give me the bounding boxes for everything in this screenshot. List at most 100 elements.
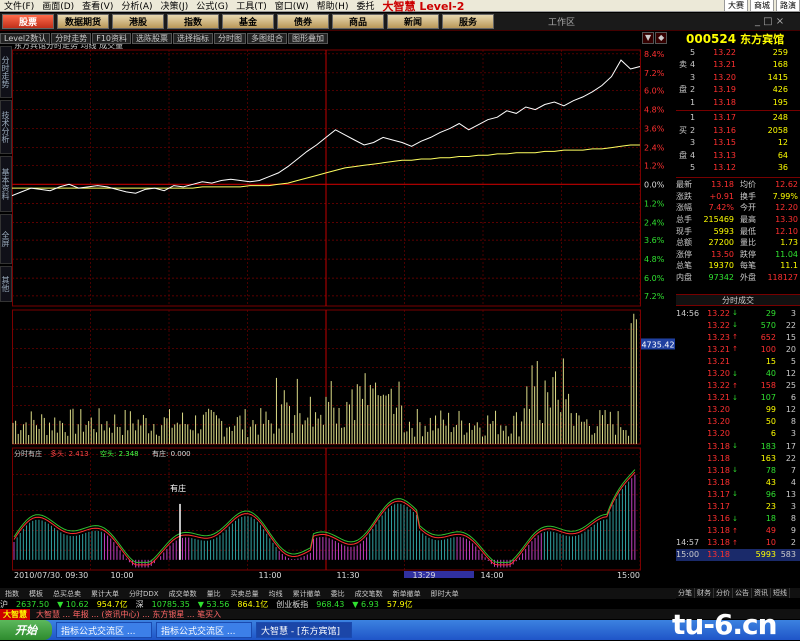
nav-tab[interactable]: 商品 (332, 14, 384, 29)
menu-item[interactable]: 委托 (352, 0, 378, 12)
indicator-tab[interactable]: 成交单数 (164, 589, 202, 599)
tick-row[interactable]: 13.20 6 3 (676, 428, 800, 440)
stock-name: 东方宾馆 (740, 32, 785, 46)
menu-item[interactable]: 窗口(W) (271, 0, 313, 12)
menu-item[interactable]: 工具(T) (232, 0, 271, 12)
indicator-tab[interactable]: 指数 (0, 589, 24, 599)
taskbar-item[interactable]: 指标公式交流区 ... (56, 622, 152, 638)
tick-row[interactable]: 13.21 ↑ 100 20 (676, 343, 800, 355)
tick-row[interactable]: 15:00 13.18 5993 583 (676, 548, 800, 561)
side-tab[interactable]: 全屏 (0, 214, 12, 264)
indicator-tab[interactable]: 分时DDX (124, 589, 164, 599)
menu-right-button[interactable]: 大赛 (724, 0, 748, 12)
taskbar-item[interactable]: 指标公式交流区 ... (156, 622, 252, 638)
tick-row[interactable]: 13.21 ↓ 107 6 (676, 392, 800, 404)
tick-row[interactable]: 13.18 ↓ 78 7 (676, 464, 800, 476)
indicator-tab[interactable]: 总买总卖 (48, 589, 86, 599)
book-level: 4 (690, 150, 696, 160)
tick-row[interactable]: 14:57 13.18 ↑ 10 2 (676, 537, 800, 549)
tick-row[interactable]: 13.18 ↑ 49 9 (676, 525, 800, 537)
tick-row[interactable]: 13.17 ↓ 96 13 (676, 488, 800, 500)
indicator-tab[interactable]: 新单撤单 (388, 589, 426, 599)
tick-row[interactable]: 13.22 ↓ 570 22 (676, 319, 800, 331)
toolbar-button[interactable]: 分时走势 (51, 32, 92, 44)
menu-item[interactable]: 文件(F) (0, 0, 38, 12)
tick-row[interactable]: 13.23 ↑ 652 15 (676, 331, 800, 343)
menu-item[interactable]: 查看(V) (78, 0, 117, 12)
menu-item[interactable]: 决策(J) (157, 0, 193, 12)
indicator-tab[interactable]: 委比 (326, 589, 350, 599)
panel-tab[interactable]: 短线 (771, 588, 790, 598)
start-button[interactable]: 开始 (0, 620, 52, 640)
tick-row[interactable]: 14:56 13.22 ↓ 29 3 (676, 307, 800, 319)
panel-tab[interactable]: 资讯 (752, 588, 771, 598)
indicator-tab[interactable]: 模板 (24, 589, 48, 599)
percent-tick-label: 2.4% (644, 218, 665, 227)
taskbar-item[interactable]: 大智慧 - [东方宾馆] (256, 622, 352, 638)
tick-row[interactable]: 13.20 ↓ 40 12 (676, 367, 800, 379)
book-row: 1 13.17 248 (676, 112, 800, 125)
side-tab[interactable]: 技术分析 (0, 100, 12, 154)
nav-tab[interactable]: 基金 (222, 14, 274, 29)
indicator-tab[interactable]: 成交笔数 (350, 589, 388, 599)
stat-key: 跌停 (740, 249, 756, 259)
indicator-tab[interactable]: 量比 (202, 589, 226, 599)
stat-row: 现手 5993 最低 12.10 (676, 225, 800, 237)
menu-item[interactable]: 公式(G) (192, 0, 232, 12)
toolbar-button[interactable]: 选陈股票 (132, 32, 172, 44)
menu-item[interactable]: 画面(D) (38, 0, 78, 12)
indicator-tab[interactable]: 即时大单 (426, 589, 464, 599)
stat-value: 13.30 (775, 215, 798, 225)
nav-tab[interactable]: 新闻 (387, 14, 439, 29)
side-tab[interactable]: 分时走势 (0, 46, 12, 98)
tick-row[interactable]: 13.21 15 5 (676, 355, 800, 367)
mode-button[interactable]: ◆ (655, 32, 668, 44)
side-tab[interactable]: 其他 (0, 266, 12, 302)
tick-row[interactable]: 13.16 ↓ 18 8 (676, 513, 800, 525)
news-text[interactable]: 大智慧 ... 年报 ... (资讯中心) ... 东方银星 ... 笔买入 (36, 609, 221, 620)
chart-area[interactable]: 东方宾馆分时走势 均线 成交量13.308.4%13.157.2%13.016.… (12, 44, 676, 578)
toolbar-button[interactable]: 多图组合 (247, 32, 287, 44)
tick-direction-icon: ↓ (732, 466, 738, 475)
book-price: 13.19 (713, 85, 736, 95)
toolbar-button[interactable]: Level2数认 (0, 32, 51, 44)
window-controls[interactable]: _ □ × (755, 16, 784, 27)
mode-button[interactable]: ▼ (642, 32, 655, 44)
nav-tab[interactable]: 股票 (2, 14, 54, 29)
toolbar-button[interactable]: 图形叠加 (288, 32, 328, 44)
tick-volume: 43 (765, 477, 776, 487)
tick-price: 13.20 (707, 405, 730, 415)
tick-row[interactable]: 13.20 50 8 (676, 416, 800, 428)
stat-key: 均价 (740, 180, 756, 190)
indicator-tab[interactable]: 均线 (264, 589, 288, 599)
nav-tab[interactable]: 债券 (277, 14, 329, 29)
side-tab[interactable]: 基本资料 (0, 156, 12, 212)
nav-tab[interactable]: 服务 (442, 14, 494, 29)
nav-tab[interactable]: 港股 (112, 14, 164, 29)
menu-item[interactable]: 帮助(H) (313, 0, 353, 12)
toolbar-button[interactable]: 分时图 (214, 32, 246, 44)
toolbar-button[interactable]: F10资料 (92, 32, 131, 44)
nav-tab[interactable]: 指数 (167, 14, 219, 29)
panel-tab[interactable]: 公告 (733, 588, 752, 598)
stat-row: 最新 13.18 均价 12.62 (676, 179, 800, 191)
nav-tab[interactable]: 数据期货 (57, 14, 109, 29)
indicator-tab[interactable]: 买卖总量 (226, 589, 264, 599)
tick-row[interactable]: 13.17 23 3 (676, 501, 800, 513)
tick-row[interactable]: 13.18 ↓ 183 17 (676, 440, 800, 452)
indicator-tab[interactable]: 累计撤单 (288, 589, 326, 599)
menu-item[interactable]: 分析(A) (117, 0, 156, 12)
tick-row[interactable]: 13.18 163 22 (676, 452, 800, 464)
tick-row[interactable]: 13.22 ↑ 158 25 (676, 380, 800, 392)
toolbar-button[interactable]: 选择指标 (173, 32, 213, 44)
tick-row[interactable]: 13.20 99 12 (676, 404, 800, 416)
menu-right-button[interactable]: 路演 (776, 0, 800, 12)
tick-volume: 183 (760, 441, 776, 451)
panel-tab[interactable]: 财务 (695, 588, 714, 598)
tick-price: 13.18 (707, 477, 730, 487)
tick-row[interactable]: 13.18 43 4 (676, 476, 800, 488)
panel-tab[interactable]: 分价 (714, 588, 733, 598)
indicator-tab[interactable]: 累计大单 (86, 589, 124, 599)
menu-right-button[interactable]: 商城 (750, 0, 774, 12)
panel-tab[interactable]: 分笔 (676, 588, 695, 598)
